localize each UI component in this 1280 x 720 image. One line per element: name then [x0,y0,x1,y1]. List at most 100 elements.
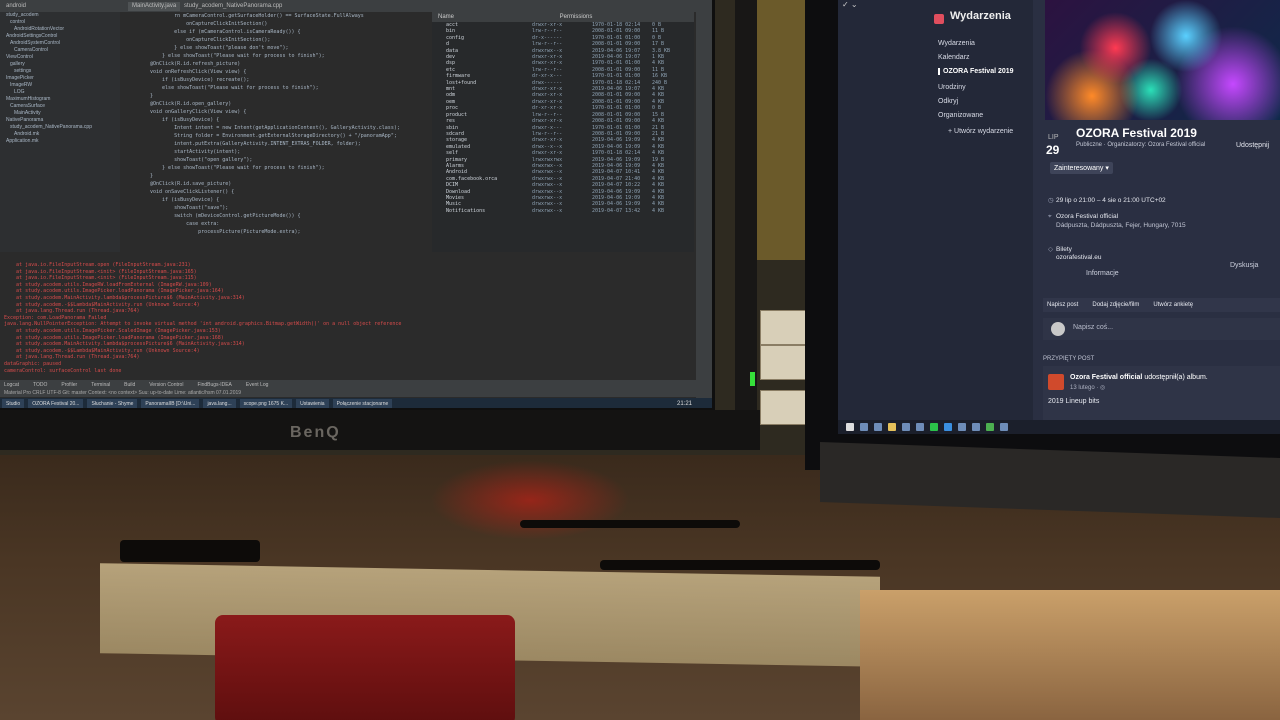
tree-item[interactable]: study_acodem_NativePanorama.cpp [0,124,120,131]
mail-icon[interactable] [916,423,924,431]
tree-item[interactable]: AndroidSystemControl [0,40,120,47]
tool-window-tab[interactable]: Profiler [61,380,77,390]
tool-window-tab[interactable]: Terminal [91,380,110,390]
tool-window-tab[interactable]: Version Control [149,380,183,390]
left-monitor-side [735,0,757,410]
code-line: Intent intent = new Intent(getApplicatio… [150,125,400,131]
tree-item[interactable]: Application.mk [0,138,120,145]
composer-placeholder: Napisz coś... [1073,324,1114,331]
taskbar-item[interactable]: PanoramaIIB [D:\Uni... [141,399,200,408]
events-sidebar: ✓ ⌄ Wydarzenia Wydarzenia Kalendarz OZOR… [838,0,1033,420]
tickets-link[interactable]: ozorafestival.eu [1056,254,1102,261]
code-line: onCaptureClickInitSection(); [150,37,271,43]
tree-item[interactable]: NativePanorama [0,117,120,124]
browser-icon[interactable] [930,423,938,431]
explorer-icon[interactable] [888,423,896,431]
code-line: startActivity(intent); [150,149,241,155]
avatar [1051,322,1065,336]
tab-discussion[interactable]: Dyskusja [1230,262,1258,269]
post-text: 2019 Lineup bits [1048,398,1100,405]
app-icon[interactable] [958,423,966,431]
sidebar-item-discover[interactable]: Odkryj [938,98,958,105]
event-location-name[interactable]: ⌖ Ozora Festival official [1048,213,1118,221]
tree-item[interactable]: MaximumHistogram [0,96,120,103]
tree-item[interactable]: CameraSurface [0,103,120,110]
taskbar-item[interactable]: OZORA Festival 20... [28,399,84,408]
windows-taskbar: Studio OZORA Festival 20... Słuchanie - Sh… [0,398,712,408]
tool-window-tab[interactable]: Event Log [246,380,269,390]
log-line: at java.lang.Thread.run (Thread.java:764… [4,354,140,361]
ide-tab-active[interactable]: MainActivity.java [128,2,181,11]
create-poll-button[interactable]: Utwórz ankietę [1149,298,1193,312]
settings-icon[interactable] [1000,423,1008,431]
ide-tab[interactable]: android [2,2,30,11]
tree-item[interactable]: AndroidSettingsControl [0,33,120,40]
event-date-day: 29 [1046,143,1060,157]
tool-window-tab[interactable]: Logcat [4,380,19,390]
share-button[interactable]: Udostępnij [1236,142,1269,149]
event-cover-photo [1045,0,1280,120]
log-line: at java.lang.Thread.run (Thread.java:764… [4,308,140,315]
cable [600,560,880,570]
tool-window-bar: Logcat TODO Profiler Terminal Build Version C… [0,380,696,390]
tool-window-tab[interactable]: FindBugs-IDEA [197,380,231,390]
tab-info[interactable]: Informacje [1086,270,1119,277]
tree-item[interactable]: gallery [0,61,120,68]
interested-button[interactable]: Zainteresowany ▾ [1050,162,1113,174]
start-icon[interactable] [846,423,854,431]
sidebar-item-events[interactable]: Wydarzenia [938,40,975,47]
cable [520,520,740,528]
tree-item[interactable]: LOG [0,89,120,96]
taskbar-item[interactable]: Studio [2,399,25,408]
tree-item[interactable]: ViewControl [0,54,120,61]
tool-window-tab[interactable]: TODO [33,380,47,390]
post-composer[interactable]: Napisz coś... [1043,318,1280,340]
write-post-button[interactable]: Napisz post [1043,298,1078,312]
tree-item[interactable]: study_acodem [0,12,120,19]
status-bar: Material Pro CRLF UTF-8 Git: master Cont… [0,390,712,397]
tree-item[interactable]: settings [0,68,120,75]
code-line: rn mCameraControl.getSurfaceHolder() == … [150,13,364,19]
sidebar-item-birthdays[interactable]: Urodziny [938,84,966,91]
taskbar-item[interactable]: Połączenie stacjonarne [332,399,393,408]
code-line: } [150,93,154,99]
app-icon[interactable] [972,423,980,431]
create-event-button[interactable]: + Utwórz wydarzenie [948,128,1013,135]
taskbar-item[interactable]: Słuchanie - Shyme [87,399,138,408]
search-icon[interactable] [860,423,868,431]
file-row[interactable]: Notifications drwxrwx--x 2019-04-07 13:42 4… [432,208,694,214]
tree-item[interactable]: ImagePicker [0,75,120,82]
tree-item[interactable]: control [0,19,120,26]
tree-item[interactable]: AndroidRotationVector [0,26,120,33]
sidebar-item-calendar[interactable]: Kalendarz [938,54,970,61]
post-author[interactable]: Ozora Festival official udostępnił(a) al… [1070,374,1208,381]
page-avatar[interactable] [1048,374,1064,390]
add-photo-button[interactable]: Dodaj zdjęcie/film [1088,298,1139,312]
code-editor[interactable]: rn mCameraControl.getSurfaceHolder() == … [124,12,424,252]
composer-actions: Napisz post Dodaj zdjęcie/film Utwórz an… [1043,298,1280,312]
sidebar-item-ozora[interactable]: OZORA Festival 2019 [938,68,1014,75]
log-line: at study.acodem.-$$Lambda$MainActivity.r… [4,347,200,354]
code-line: String folder = Environment.getExternalS… [150,133,397,139]
code-line: switch (mDeviceControl.getPictureMode())… [150,213,301,219]
tree-item[interactable]: MainActivity [0,110,120,117]
tool-window-tab[interactable]: Build [124,380,135,390]
vscode-icon[interactable] [944,423,952,431]
clock-icon: ◷ [1048,197,1054,204]
taskbar-item[interactable]: scope.png 1675 K... [239,399,293,408]
task-view-icon[interactable] [874,423,882,431]
ide-tab[interactable]: study_acodem_NativePanorama.cpp [180,2,286,11]
code-line: } else showToast("please don't move"); [150,45,289,51]
tree-item[interactable]: ImageRW [0,82,120,89]
sidebar-item-hosting[interactable]: Organizowane [938,112,983,119]
store-icon[interactable] [902,423,910,431]
android-studio-icon[interactable] [986,423,994,431]
file-date: 2019-04-07 13:42 [592,207,641,214]
taskbar-item[interactable]: java.lang... [203,399,236,408]
file-permissions: drwxrwx--x [532,207,563,214]
taskbar-item[interactable]: Ustawienia [296,399,329,408]
tree-item[interactable]: CameraControl [0,47,120,54]
wall-background-gap [755,0,805,260]
tree-item[interactable]: Android.mk [0,131,120,138]
window-control-icon[interactable]: ✓ ⌄ [842,0,858,9]
